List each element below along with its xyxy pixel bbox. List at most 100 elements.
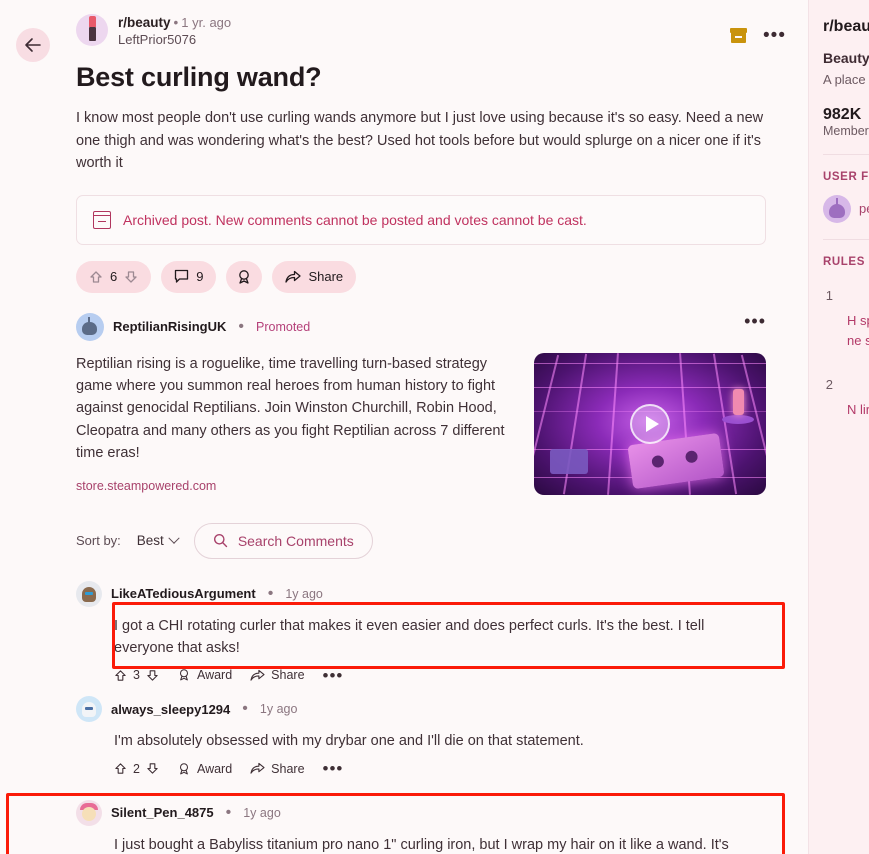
comment-award-button[interactable]: Award (177, 762, 232, 776)
ad-separator: • (238, 317, 245, 335)
comment-sort-bar: Sort by: Best Search Comments (76, 522, 796, 559)
search-comments-placeholder: Search Comments (237, 532, 354, 549)
play-icon (645, 415, 659, 432)
comment-item: Silent_Pen_4875 • 1y ago I just bought a… (6, 792, 796, 854)
comments-pill[interactable]: 9 (161, 260, 217, 293)
comment-icon (175, 269, 189, 283)
comment-overflow-menu-button[interactable]: ••• (323, 760, 344, 777)
ad-body: Reptilian rising is a roguelike, time tr… (76, 352, 776, 495)
post-header: r/beauty • 1 yr. ago LeftPrior5076 ••• (16, 14, 796, 62)
downvote-icon[interactable] (146, 762, 159, 775)
comment-vote-group[interactable]: 2 (114, 762, 159, 776)
comment-actions: 2 Award Share ••• (114, 760, 796, 777)
post-author[interactable]: LeftPrior5076 (118, 32, 231, 48)
ad-overflow-menu-button[interactable]: ••• (744, 312, 766, 330)
comment-share-button[interactable]: Share (250, 668, 305, 683)
avatar[interactable] (76, 580, 102, 607)
search-comments-input[interactable]: Search Comments (193, 522, 373, 559)
rule-number: 2 (825, 376, 833, 392)
rule-title (847, 288, 869, 303)
comment-age: 1y ago (259, 702, 298, 717)
post-body-text: I know most people don't use curling wan… (76, 110, 764, 172)
rule-body: H sp Lo su Ex "\ sk co ac se p Ir ne su … (847, 312, 869, 348)
comment-separator: • (267, 584, 274, 602)
upvote-icon[interactable] (114, 762, 127, 775)
sidebar-rules-header: RULES (823, 255, 865, 268)
ad-advertiser-avatar[interactable] (76, 312, 104, 341)
subreddit-link[interactable]: r/beauty (118, 15, 171, 30)
post-meta: r/beauty • 1 yr. ago LeftPrior5076 (118, 14, 231, 48)
comment-author[interactable]: always_sleepy1294 (111, 702, 230, 717)
award-pill[interactable] (226, 260, 263, 293)
sidebar-community-title[interactable]: r/beauty (823, 18, 869, 36)
ad-scene-plinth (722, 414, 754, 424)
lipstick-icon (88, 27, 96, 41)
comment-actions: 3 Award Share ••• (114, 667, 796, 684)
sidebar-member-count: 982K (823, 105, 862, 123)
lipstick-tip-icon (88, 16, 96, 27)
vote-pill[interactable]: 6 (76, 260, 152, 293)
play-button[interactable] (630, 403, 670, 444)
comment-vote-group[interactable]: 3 (114, 668, 159, 682)
comment-body: I just bought a Babyliss titanium pro na… (114, 836, 729, 853)
comment-header: Silent_Pen_4875 • 1y ago (76, 799, 796, 826)
archive-icon (730, 28, 748, 43)
comment-header: LikeATediousArgument • 1y ago (76, 580, 796, 607)
main-content: r/beauty • 1 yr. ago LeftPrior5076 ••• Bes… (0, 0, 808, 854)
comment-award-button[interactable]: Award (177, 668, 232, 682)
subreddit-avatar[interactable] (76, 14, 108, 46)
sidebar-divider (823, 238, 869, 240)
post-overflow-menu-button[interactable]: ••• (763, 26, 786, 45)
comment-share-label: Share (271, 761, 305, 776)
reddit-post-page: r/beauty • 1 yr. ago LeftPrior5076 ••• Bes… (0, 0, 869, 854)
comment-header: always_sleepy1294 • 1y ago (76, 696, 796, 723)
post-age: 1 yr. ago (181, 15, 232, 30)
comment-item: always_sleepy1294 • 1y ago I'm absolutel… (76, 696, 796, 777)
comment-item: LikeATediousArgument • 1y ago I got a CH… (76, 580, 796, 684)
comment-share-label: Share (271, 668, 305, 683)
sort-by-label: Sort by: (76, 533, 121, 549)
comment-author[interactable]: Silent_Pen_4875 (111, 805, 214, 820)
chevron-down-icon (168, 532, 180, 544)
comment-vote-count: 2 (133, 761, 140, 776)
post-comment-count: 9 (196, 269, 204, 285)
archived-notice-text: Archived post. New comments cannot be po… (123, 211, 587, 228)
upvote-icon[interactable] (89, 270, 103, 284)
archived-notice: Archived post. New comments cannot be po… (76, 194, 766, 245)
award-icon (239, 269, 250, 284)
ad-link[interactable]: store.steampowered.com (76, 479, 516, 493)
rule-title (847, 377, 869, 392)
sidebar-community-name: Beauty (823, 50, 869, 66)
upvote-icon[interactable] (114, 669, 127, 682)
sidebar-community-description: A place including fragranc (823, 72, 869, 87)
rule-number: 1 (825, 287, 833, 303)
sidebar-rule-item[interactable]: 2 (823, 377, 869, 392)
award-icon (179, 763, 188, 775)
sidebar-rule-item[interactable]: 1 (823, 288, 869, 303)
ad-scene-figure (733, 388, 744, 415)
sidebar-divider (823, 153, 869, 155)
comment-separator: • (225, 803, 232, 821)
share-pill[interactable]: Share (272, 260, 357, 293)
post-header-actions: ••• (730, 26, 786, 45)
comment-overflow-menu-button[interactable]: ••• (323, 667, 344, 684)
back-button[interactable] (16, 28, 50, 62)
ad-advertiser-name[interactable]: ReptilianRisingUK (113, 319, 226, 334)
archive-box-icon (93, 210, 111, 229)
comment-share-button[interactable]: Share (250, 761, 305, 776)
rule-body: N lir sc vi N Pl A as (847, 401, 869, 417)
share-icon (250, 763, 265, 775)
downvote-icon[interactable] (146, 669, 159, 682)
comment-vote-count: 3 (133, 668, 140, 683)
ad-video-thumbnail[interactable] (534, 352, 766, 495)
sidebar-user-flair[interactable]: pe (823, 194, 869, 223)
share-label: Share (308, 269, 344, 285)
comments-list: LikeATediousArgument • 1y ago I got a CH… (6, 580, 796, 854)
avatar (823, 194, 851, 223)
comment-author[interactable]: LikeATediousArgument (111, 586, 256, 601)
avatar[interactable] (76, 799, 102, 826)
downvote-icon[interactable] (124, 270, 138, 284)
avatar[interactable] (76, 696, 102, 723)
sort-dropdown[interactable]: Best (137, 532, 180, 548)
meta-separator: • (173, 15, 179, 30)
